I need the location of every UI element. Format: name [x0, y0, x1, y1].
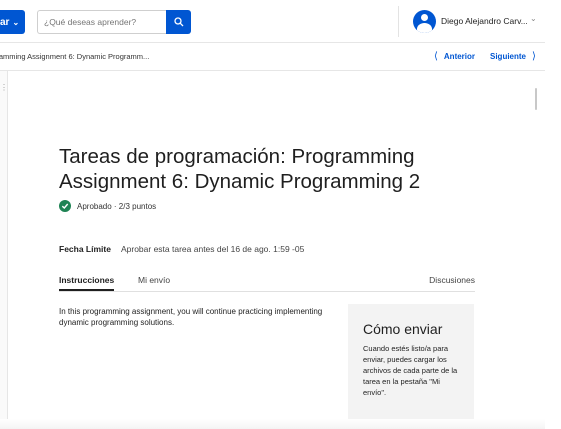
avatar-body-shape: [417, 23, 432, 33]
top-navigation-bar: ar ⌄ Diego Alejandro Carv... ⌄: [0, 0, 545, 43]
side-card-body: Cuando estés listo/a para enviar, puedes…: [363, 344, 458, 397]
page-title: Tareas de programación: Programming Assi…: [59, 145, 421, 193]
avatar[interactable]: [413, 10, 436, 33]
scrollbar-thumb[interactable]: [535, 88, 537, 110]
check-circle-icon: [59, 200, 71, 212]
breadcrumb[interactable]: ogramming Assignment 6: Dynamic Programm…: [0, 52, 149, 61]
header-divider: [398, 6, 399, 37]
how-to-submit-card: Cómo enviar Cuando estés listo/a para en…: [348, 304, 474, 429]
assignment-tabs: Instrucciones Mi envío Discusiones: [59, 270, 475, 292]
next-label: Siguiente: [490, 52, 527, 61]
chevron-left-icon: ⟨: [434, 51, 438, 62]
due-date-label: Fecha Límite: [59, 244, 111, 254]
search-icon: [173, 17, 183, 27]
left-sidebar-collapsed[interactable]: ⋮: [0, 71, 8, 421]
tab-my-submission[interactable]: Mi envío: [138, 275, 170, 285]
page-bottom-edge: [0, 419, 545, 429]
previous-label: Anterior: [443, 52, 476, 61]
breadcrumb-bar: ogramming Assignment 6: Dynamic Programm…: [0, 43, 545, 110]
search-button[interactable]: [166, 10, 191, 34]
avatar-head-shape: [421, 14, 428, 21]
tab-instructions[interactable]: Instrucciones: [59, 275, 115, 291]
chevron-down-icon: ⌄: [12, 17, 20, 27]
explore-label: ar: [0, 16, 10, 28]
user-name[interactable]: Diego Alejandro Carv...: [441, 16, 528, 26]
sidebar-toggle-icon[interactable]: ⋮: [0, 83, 8, 92]
status-badge: Aprobado · 2/3 puntos: [59, 200, 156, 212]
chevron-down-icon[interactable]: ⌄: [530, 14, 537, 23]
due-date-row: Fecha Límite Aprobar esta tarea antes de…: [59, 244, 304, 254]
status-text: Aprobado · 2/3 puntos: [77, 201, 157, 211]
next-item-link[interactable]: Siguiente ⟩: [490, 51, 536, 62]
previous-item-link[interactable]: ⟨ Anterior: [434, 51, 475, 62]
search-input[interactable]: [37, 10, 166, 34]
chevron-right-icon: ⟩: [532, 51, 536, 62]
page-right-gutter: [545, 0, 561, 429]
instructions-text: In this programming assignment, you will…: [59, 307, 323, 327]
side-card-title: Cómo enviar: [363, 321, 443, 337]
due-date-text: Aprobar esta tarea antes del 16 de ago. …: [120, 244, 305, 254]
tab-discussions[interactable]: Discusiones: [429, 275, 475, 285]
explore-button[interactable]: ar ⌄: [0, 10, 25, 34]
